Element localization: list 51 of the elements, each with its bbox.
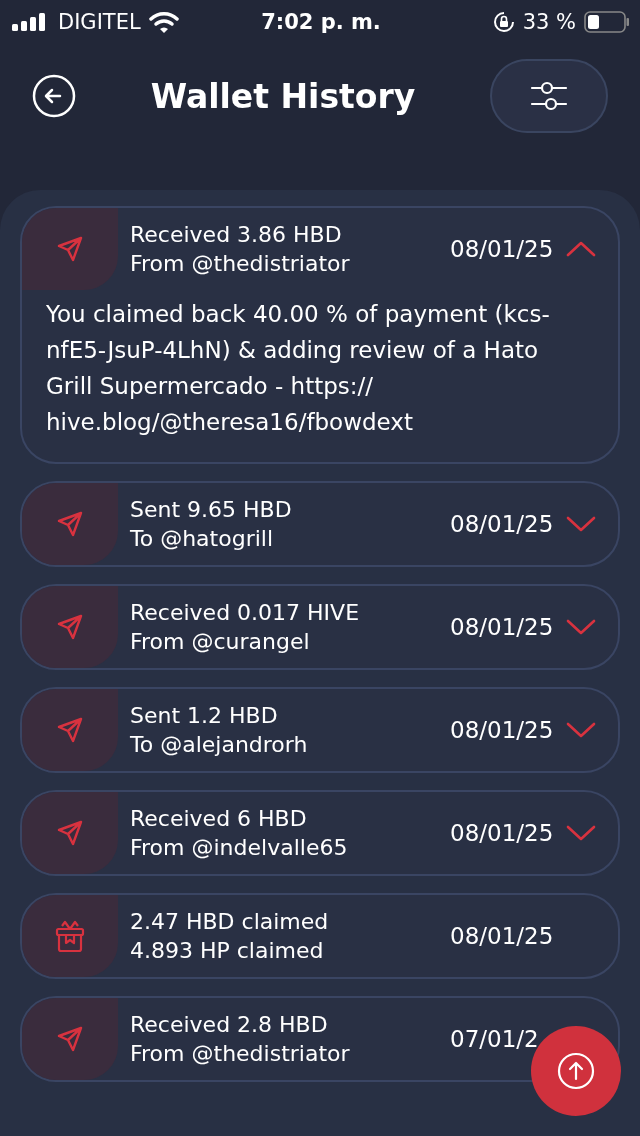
wifi-icon [148, 11, 179, 33]
rotation-lock-icon [492, 11, 515, 33]
transaction-date: 08/01/25 [450, 236, 555, 262]
paper-plane-icon [55, 234, 85, 264]
transaction-card[interactable]: Received 3.86 HBD From @thedistriator 08/01/25 You claimed back 40.00 % of payment (kcs-nfE5-JsuP-4LhN) & adding review of a Hato Grill Supermercado - https:// hive.blog/@theresa16/fbowdext [20, 206, 620, 464]
transaction-card[interactable]: 2.47 HBD claimed 4.893 HP claimed 08/01/25 [20, 893, 620, 979]
transaction-title: 2.47 HBD claimed [130, 909, 330, 934]
chevron-down-icon[interactable] [566, 825, 596, 841]
back-button[interactable] [32, 74, 76, 118]
status-time: 7:02 p. m. [261, 10, 381, 34]
paper-plane-icon [55, 612, 85, 642]
chevron-down-icon[interactable] [566, 619, 596, 635]
transaction-detail: From @indelvalle65 [130, 835, 349, 860]
transaction-detail: To @hatogrill [130, 526, 274, 551]
transaction-date: 08/01/25 [450, 511, 555, 537]
transaction-card[interactable]: Received 6 HBD From @indelvalle65 08/01/25 [20, 790, 620, 876]
transaction-title: Sent 9.65 HBD [130, 497, 293, 522]
transaction-card[interactable]: Received 2.8 HBD From @thedistriator 07/01/2 [20, 996, 620, 1082]
page-title: Wallet History [150, 76, 416, 116]
transaction-detail: 4.893 HP claimed [130, 938, 325, 963]
transaction-date: 08/01/25 [450, 923, 555, 949]
transaction-title: Sent 1.2 HBD [130, 703, 279, 728]
transaction-card[interactable]: Received 0.017 HIVE From @curangel 08/01/25 [20, 584, 620, 670]
paper-plane-icon [55, 818, 85, 848]
carrier-name: DIGITEL [58, 10, 141, 34]
gift-icon [54, 919, 86, 953]
transaction-title: Received 6 HBD [130, 806, 308, 831]
chevron-down-icon[interactable] [566, 516, 596, 532]
transaction-title: Received 3.86 HBD [130, 222, 343, 247]
transaction-card[interactable]: Sent 1.2 HBD To @alejandrorh 08/01/25 [20, 687, 620, 773]
sliders-icon [530, 79, 568, 113]
transaction-title: Received 2.8 HBD [130, 1012, 329, 1037]
paper-plane-icon [55, 1024, 85, 1054]
transaction-date: 08/01/25 [450, 820, 555, 846]
arrow-up-icon [556, 1051, 596, 1091]
transaction-date: 07/01/2 [450, 1026, 540, 1052]
transaction-card[interactable]: Sent 9.65 HBD To @hatogrill 08/01/25 [20, 481, 620, 567]
battery-percent: 33 % [522, 10, 576, 34]
chevron-down-icon[interactable] [566, 722, 596, 738]
transaction-date: 08/01/25 [450, 717, 555, 743]
battery-icon [584, 11, 630, 33]
transaction-detail: From @curangel [130, 629, 311, 654]
transaction-date: 08/01/25 [450, 614, 555, 640]
transaction-detail: From @thedistriator [130, 251, 351, 276]
transaction-title: Received 0.017 HIVE [130, 600, 361, 625]
paper-plane-icon [55, 715, 85, 745]
transaction-detail: To @alejandrorh [130, 732, 309, 757]
transaction-memo: You claimed back 40.00 % of payment (kcs-nfE5-JsuP-4LhN) & adding review of a Hato Grill Supermercado - https:// hive.blog/@theresa16/fbowdext [46, 300, 551, 437]
transaction-detail: From @thedistriator [130, 1041, 351, 1066]
paper-plane-icon [55, 509, 85, 539]
chevron-up-icon[interactable] [566, 241, 596, 257]
